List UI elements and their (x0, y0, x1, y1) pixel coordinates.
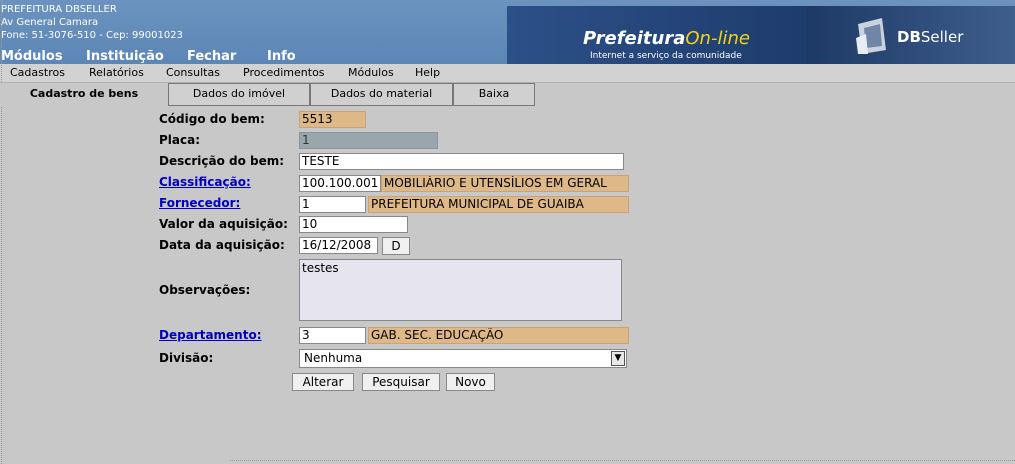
tab-dados-do-material[interactable]: Dados do material (310, 83, 453, 105)
departamento-code-input[interactable]: 3 (299, 327, 366, 344)
menu-modulos[interactable]: Módulos (348, 66, 394, 79)
departamento-link[interactable]: Departamento: (159, 328, 262, 342)
fornecedor-link[interactable]: Fornecedor: (159, 196, 240, 210)
bottom-border (230, 460, 1015, 461)
divisao-selected-value: Nenhuma (304, 351, 363, 365)
divisao-select[interactable]: Nenhuma ▼ (299, 349, 627, 368)
data-input[interactable]: 16/12/2008 (299, 237, 378, 254)
tab-underline (168, 105, 535, 106)
departamento-description: GAB. SEC. EDUCAÇÃO (368, 327, 629, 344)
placa-field: 1 (299, 132, 438, 149)
alterar-button[interactable]: Alterar (292, 373, 354, 391)
chevron-down-icon[interactable]: ▼ (611, 351, 625, 366)
descricao-label: Descrição do bem: (159, 154, 285, 168)
observacoes-label: Observações: (159, 283, 251, 297)
dbseller-logo: DBSeller (807, 6, 1015, 64)
menu-procedimentos[interactable]: Procedimentos (243, 66, 325, 79)
top-menu-fechar[interactable]: Fechar (187, 49, 236, 64)
codigo-label: Código do bem: (159, 112, 265, 126)
divisao-label: Divisão: (159, 351, 214, 365)
app-header: PREFEITURA DBSELLER Av General Camara Fo… (0, 0, 1015, 64)
org-name: PREFEITURA DBSELLER (1, 4, 117, 15)
valor-label: Valor da aquisição: (159, 217, 288, 231)
menu-bar: Cadastros Relatórios Consultas Procedime… (0, 64, 1015, 83)
tab-cadastro-de-bens[interactable]: Cadastro de bens (0, 83, 168, 107)
prefeitura-online-logo: PrefeituraOn-line Internet a serviço da … (507, 6, 807, 64)
classificacao-code-input[interactable]: 100.100.001 (299, 175, 381, 192)
date-picker-button[interactable]: D (382, 237, 410, 255)
org-contact: Fone: 51-3076-510 - Cep: 99001023 (1, 30, 183, 41)
left-border (1, 0, 5, 464)
novo-button[interactable]: Novo (446, 373, 495, 391)
valor-input[interactable]: 10 (299, 216, 408, 233)
logo-online-text: On-line (685, 28, 750, 49)
fornecedor-description: PREFEITURA MUNICIPAL DE GUAIBA (368, 196, 629, 213)
logo-tagline: Internet a serviço da comunidade (590, 51, 742, 61)
descricao-input[interactable]: TESTE (299, 153, 624, 170)
tab-dados-do-imovel[interactable]: Dados do imóvel (168, 83, 310, 105)
menu-help[interactable]: Help (415, 66, 440, 79)
data-label: Data da aquisição: (159, 238, 285, 252)
organization-info: PREFEITURA DBSELLER Av General Camara Fo… (1, 3, 183, 42)
menu-consultas[interactable]: Consultas (166, 66, 220, 79)
classificacao-description: MOBILIÁRIO E UTENSÍLIOS EM GERAL (381, 175, 629, 192)
top-menu-instituicao[interactable]: Instituição (86, 49, 164, 64)
dbseller-bold-text: DB (897, 28, 921, 46)
placa-label: Placa: (159, 133, 201, 147)
logo-prefeitura-text: Prefeitura (583, 28, 686, 49)
observacoes-textarea[interactable]: testes (299, 259, 622, 321)
top-menu-modulos[interactable]: Módulos (1, 49, 63, 64)
dbseller-mark-icon (856, 18, 886, 54)
fornecedor-code-input[interactable]: 1 (299, 196, 366, 213)
dbseller-rest-text: Seller (920, 28, 964, 46)
pesquisar-button[interactable]: Pesquisar (362, 373, 440, 391)
classificacao-link[interactable]: Classificação: (159, 175, 251, 189)
org-address: Av General Camara (1, 17, 99, 28)
menu-relatorios[interactable]: Relatórios (89, 66, 144, 79)
tab-baixa[interactable]: Baixa (453, 83, 535, 105)
top-menu-info[interactable]: Info (267, 49, 296, 64)
menu-cadastros[interactable]: Cadastros (10, 66, 65, 79)
codigo-field: 5513 (299, 111, 366, 128)
